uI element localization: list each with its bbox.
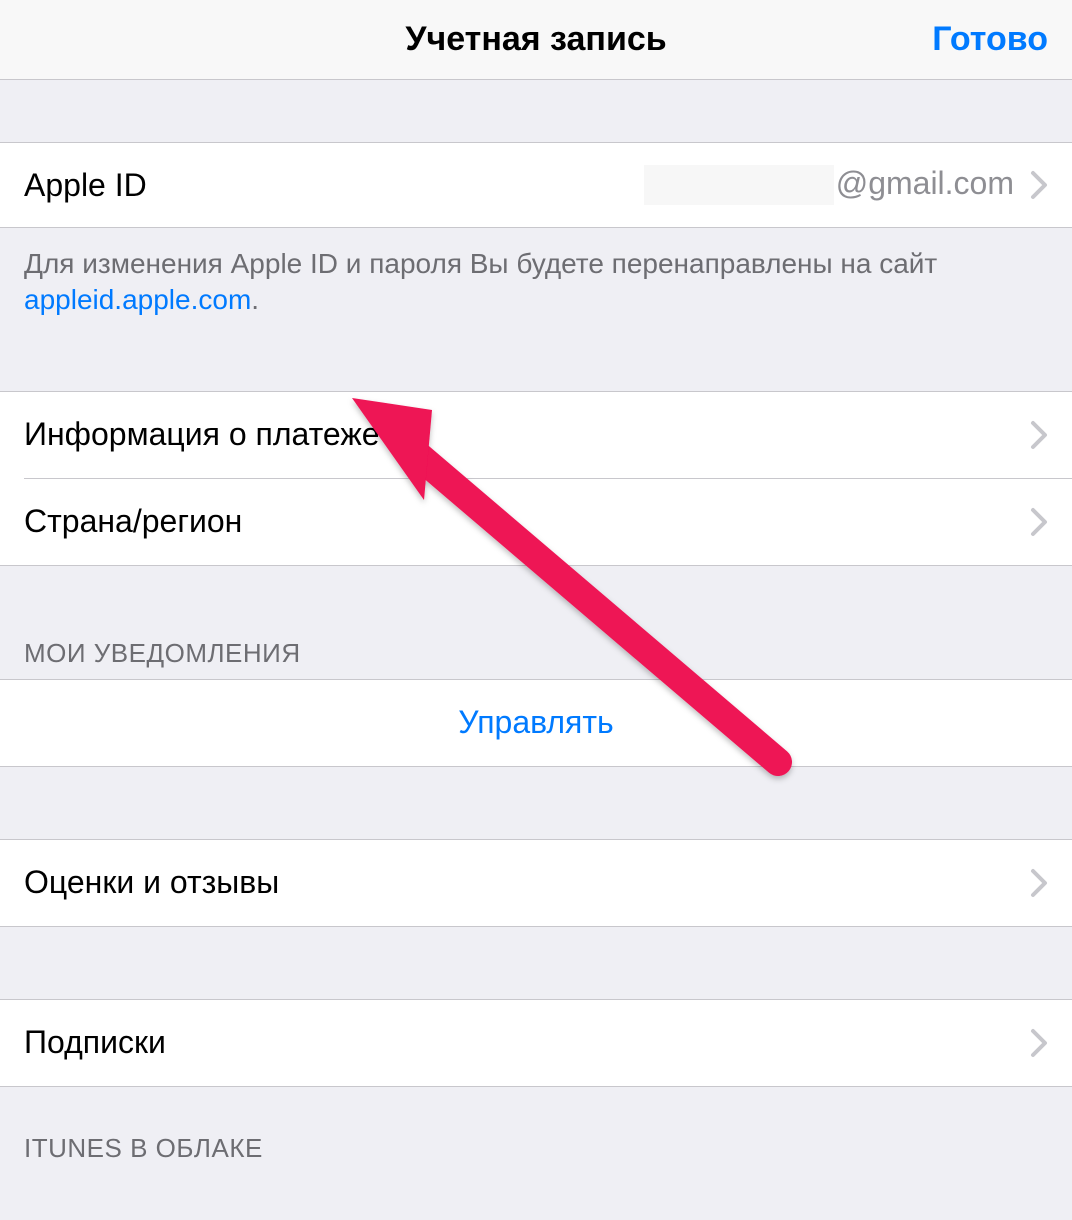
apple-id-value: @gmail.com	[644, 165, 1014, 206]
ratings-group: Оценки и отзывы	[0, 839, 1072, 927]
manage-notifications-row[interactable]: Управлять	[0, 680, 1072, 766]
spacer	[0, 767, 1072, 839]
email-suffix: @gmail.com	[836, 165, 1014, 201]
chevron-right-icon	[1030, 1028, 1048, 1058]
country-region-label: Страна/регион	[24, 503, 1014, 540]
footer-text-before: Для изменения Apple ID и пароля Вы будет…	[24, 248, 937, 279]
manage-label: Управлять	[458, 704, 613, 741]
footer-text-after: .	[251, 284, 259, 315]
apple-id-row[interactable]: Apple ID @gmail.com	[0, 142, 1072, 228]
subscriptions-row[interactable]: Подписки	[0, 1000, 1072, 1086]
appleid-link[interactable]: appleid.apple.com	[24, 284, 251, 315]
country-region-row[interactable]: Страна/регион	[0, 479, 1072, 565]
spacer	[0, 927, 1072, 999]
navbar: Учетная запись Готово	[0, 0, 1072, 80]
itunes-cloud-header: iTUNES В ОБЛАКЕ	[0, 1087, 1072, 1174]
chevron-right-icon	[1030, 170, 1048, 200]
payment-info-row[interactable]: Информация о платеже	[0, 392, 1072, 478]
spacer	[0, 80, 1072, 142]
ratings-reviews-label: Оценки и отзывы	[24, 864, 1014, 901]
payment-info-label: Информация о платеже	[24, 416, 1014, 453]
redacted-email-prefix	[644, 165, 834, 205]
apple-id-footer: Для изменения Apple ID и пароля Вы будет…	[0, 228, 1072, 319]
done-button[interactable]: Готово	[932, 20, 1048, 59]
chevron-right-icon	[1030, 868, 1048, 898]
chevron-right-icon	[1030, 420, 1048, 450]
account-settings-group: Информация о платеже Страна/регион	[0, 391, 1072, 566]
subscriptions-label: Подписки	[24, 1024, 1014, 1061]
subscriptions-group: Подписки	[0, 999, 1072, 1087]
apple-id-label: Apple ID	[24, 167, 644, 204]
notifications-group: Управлять	[0, 679, 1072, 767]
chevron-right-icon	[1030, 507, 1048, 537]
my-notifications-header: МОИ УВЕДОМЛЕНИЯ	[0, 566, 1072, 679]
page-title: Учетная запись	[405, 20, 666, 59]
ratings-reviews-row[interactable]: Оценки и отзывы	[0, 840, 1072, 926]
